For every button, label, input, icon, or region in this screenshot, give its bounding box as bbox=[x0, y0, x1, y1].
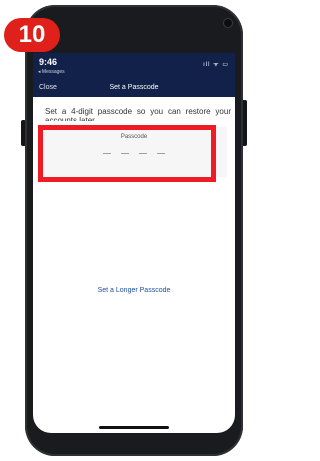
navigation-bar: Close Set a Passcode bbox=[33, 81, 235, 97]
status-time: 9:46 bbox=[39, 57, 58, 67]
back-to-messages-link[interactable]: ◂ Messages bbox=[38, 69, 65, 75]
phone-screen: 9:46 ◂ Messages ıll ᯤ ▭ Close Set a Pass… bbox=[33, 53, 235, 433]
home-indicator bbox=[99, 426, 169, 429]
passcode-instruction-text: Set a 4-digit passcode so you can restor… bbox=[45, 107, 231, 121]
tutorial-stage: 10 9:46 ◂ Messages ıll ᯤ ▭ Close Set a P… bbox=[0, 0, 257, 461]
tutorial-highlight-box bbox=[38, 125, 216, 182]
signal-wifi-battery-icon: ıll ᯤ ▭ bbox=[203, 62, 229, 68]
status-bar: 9:46 ◂ Messages ıll ᯤ ▭ bbox=[33, 53, 235, 81]
step-number-badge: 10 bbox=[4, 18, 60, 52]
front-camera-icon bbox=[224, 19, 232, 27]
page-title: Set a Passcode bbox=[109, 84, 159, 91]
set-longer-passcode-link[interactable]: Set a Longer Passcode bbox=[33, 287, 235, 294]
